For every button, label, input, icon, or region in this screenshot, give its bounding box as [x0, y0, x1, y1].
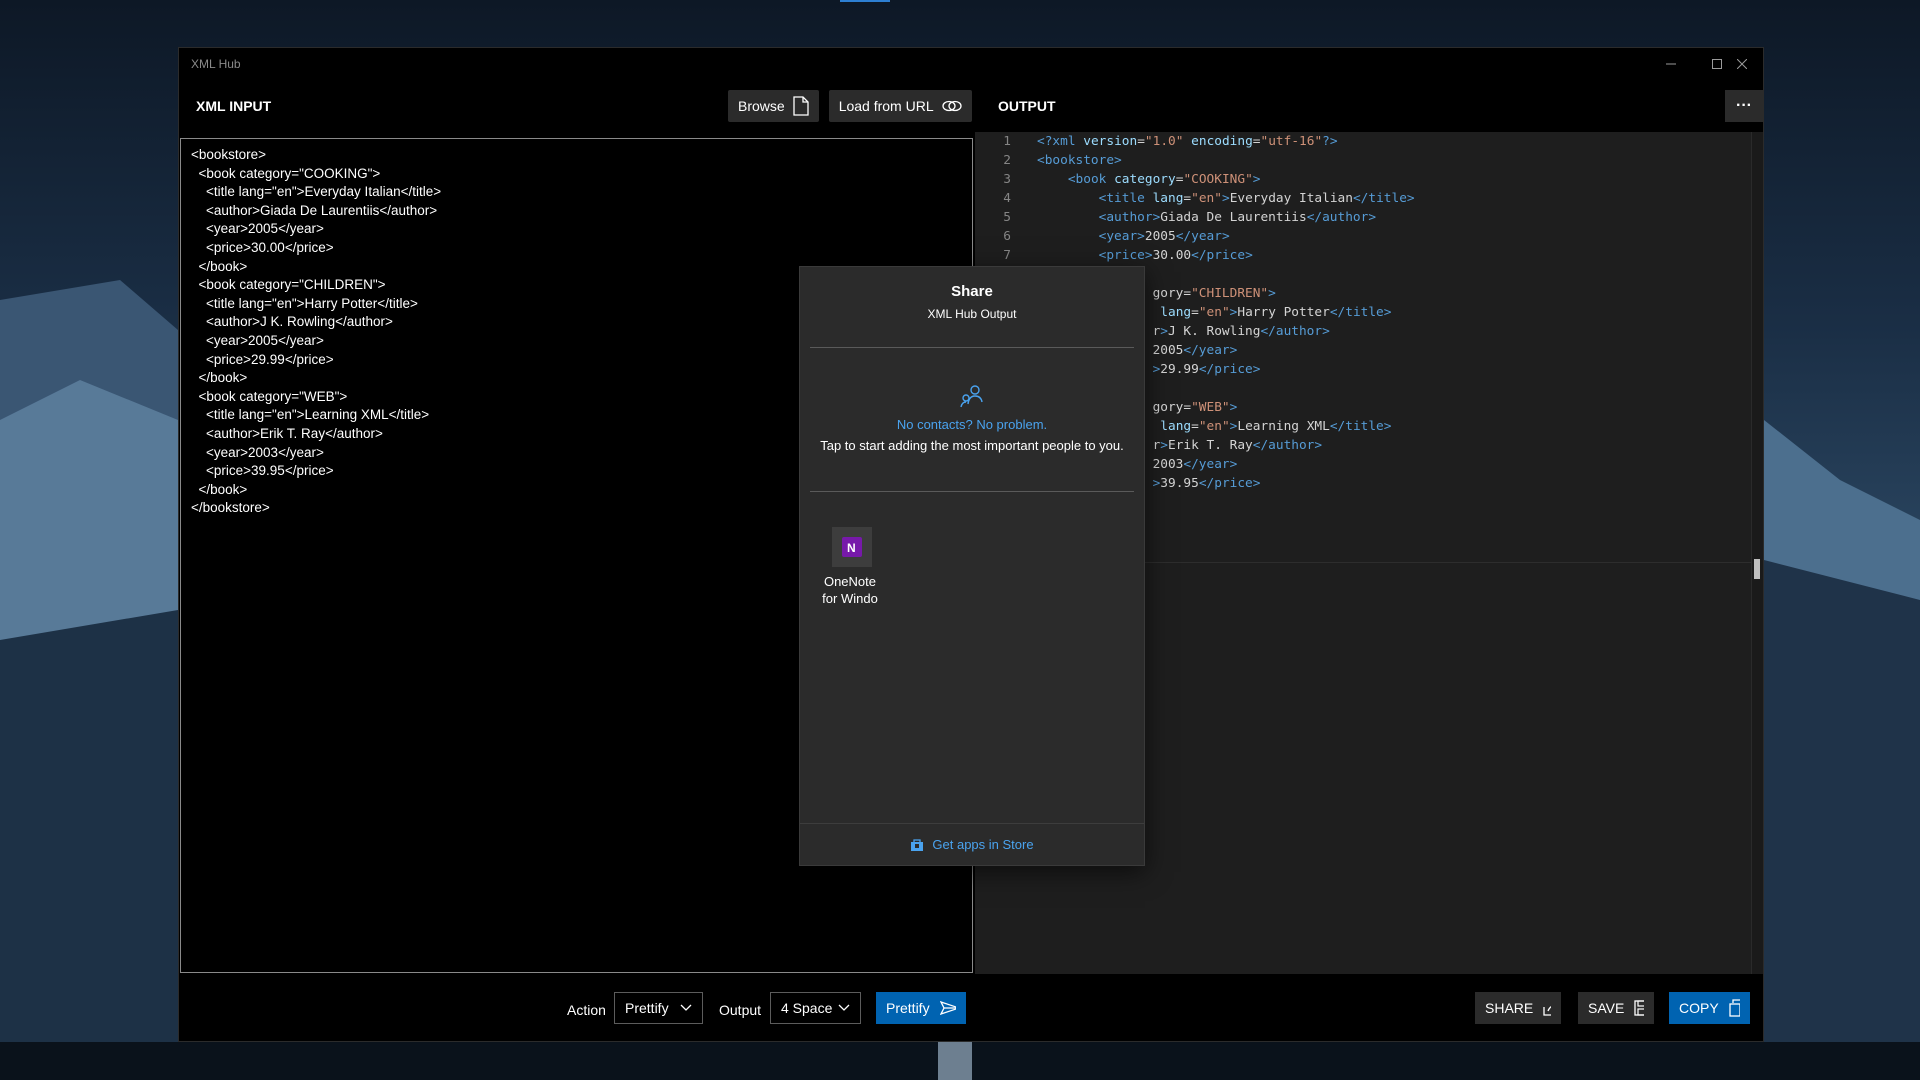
share-button[interactable]: SHARE [1475, 992, 1561, 1024]
code-text: <author>Giada De Laurentiis</author> [1098, 210, 1377, 225]
code-text: <title lang="en">Everyday Italian</title… [1098, 191, 1415, 206]
prettify-button[interactable]: Prettify [876, 992, 966, 1024]
output-format-label: Output [719, 1002, 762, 1018]
share-button-label: SHARE [1485, 1000, 1534, 1016]
line-number: 3 [1003, 172, 1011, 187]
share-divider-middle [810, 491, 1134, 492]
code-text: <bookstore> [1037, 153, 1122, 168]
share-icon [1543, 1006, 1551, 1016]
line-number: 6 [1003, 229, 1011, 244]
copy-button[interactable]: COPY [1669, 992, 1750, 1024]
file-icon [793, 96, 809, 116]
minimize-button[interactable] [1648, 48, 1694, 80]
code-line: 7 <price>30.00</price> [975, 246, 1751, 265]
send-icon [939, 1001, 956, 1015]
line-number: 2 [1003, 153, 1011, 168]
share-divider-top [810, 347, 1134, 348]
code-text: <year>2005</year> [1098, 229, 1230, 244]
onenote-app-tile[interactable]: N [832, 527, 872, 567]
tap-hint: Tap to start adding the most important p… [820, 438, 1124, 453]
save-button-label: SAVE [1588, 1000, 1625, 1016]
input-panel-label: XML INPUT [196, 98, 272, 114]
code-line: 2 <bookstore> [975, 151, 1751, 170]
copy-button-label: COPY [1679, 1000, 1719, 1016]
code-text: <price>30.00</price> [1098, 248, 1253, 263]
prettify-button-label: Prettify [886, 1000, 930, 1016]
output-panel-label: OUTPUT [998, 98, 1056, 114]
input-toolbar: Browse Load from URL [728, 86, 972, 126]
bottom-bar: Action Prettify Output 4 Space Prettify … [179, 974, 1763, 1043]
browse-button[interactable]: Browse [728, 90, 819, 122]
output-format-select[interactable]: 4 Space [770, 992, 861, 1024]
input-header: XML INPUT [196, 86, 271, 126]
action-select[interactable]: Prettify [614, 992, 703, 1024]
line-number: 7 [1003, 248, 1011, 263]
svg-text:N: N [847, 541, 856, 555]
code-text: <?xml version="1.0" encoding="utf-16"?> [1037, 134, 1338, 149]
action-label: Action [567, 1002, 606, 1018]
onenote-app-name[interactable]: OneNote for Windo [820, 573, 880, 607]
action-select-value: Prettify [625, 1000, 669, 1016]
share-subtitle: XML Hub Output [927, 307, 1017, 321]
code-line: 3 <book category="COOKING"> [975, 170, 1751, 189]
line-number: 5 [1003, 210, 1011, 225]
more-options-button[interactable]: ··· [1725, 90, 1763, 122]
scrollbar-thumb[interactable] [1754, 559, 1760, 579]
load-url-label: Load from URL [838, 98, 934, 114]
code-line: 1 <?xml version="1.0" encoding="utf-16"?> [975, 132, 1751, 151]
close-icon [1737, 59, 1747, 69]
output-format-value: 4 Space [781, 1000, 833, 1016]
app-name-line1: OneNote [823, 574, 877, 589]
link-icon [941, 100, 962, 112]
title-bar: XML Hub [179, 48, 1763, 80]
code-line: 4 <title lang="en">Everyday Italian</tit… [975, 189, 1751, 208]
window-title: XML Hub [191, 57, 241, 71]
load-url-button[interactable]: Load from URL [828, 90, 972, 122]
share-title: Share [951, 283, 993, 300]
code-text: <book category="COOKING"> [1067, 172, 1261, 187]
save-icon [1634, 1000, 1644, 1016]
share-flyout: Share XML Hub Output No contacts? No pro… [799, 266, 1145, 866]
chevron-down-icon [680, 1004, 692, 1011]
line-number: 4 [1003, 191, 1011, 206]
get-apps-label: Get apps in Store [932, 837, 1034, 852]
get-apps-link[interactable]: Get apps in Store [800, 823, 1144, 865]
code-line: 6 <year>2005</year> [975, 227, 1751, 246]
no-contacts-link[interactable]: No contacts? No problem. [800, 417, 1144, 432]
close-button[interactable] [1719, 48, 1765, 80]
app-name-line2: for Windo [822, 591, 878, 606]
store-icon [911, 838, 924, 851]
output-header: OUTPUT [998, 86, 1056, 126]
browse-label: Browse [738, 98, 785, 114]
contacts-icon [960, 385, 983, 408]
onenote-icon: N [842, 537, 862, 557]
code-line: 5 <author>Giada De Laurentiis</author> [975, 208, 1751, 227]
minimize-icon [1666, 63, 1676, 65]
output-scrollbar[interactable] [1751, 132, 1763, 974]
line-number: 1 [1003, 134, 1011, 149]
copy-icon [1729, 999, 1740, 1017]
save-button[interactable]: SAVE [1578, 992, 1654, 1024]
chevron-down-icon [838, 1004, 850, 1011]
